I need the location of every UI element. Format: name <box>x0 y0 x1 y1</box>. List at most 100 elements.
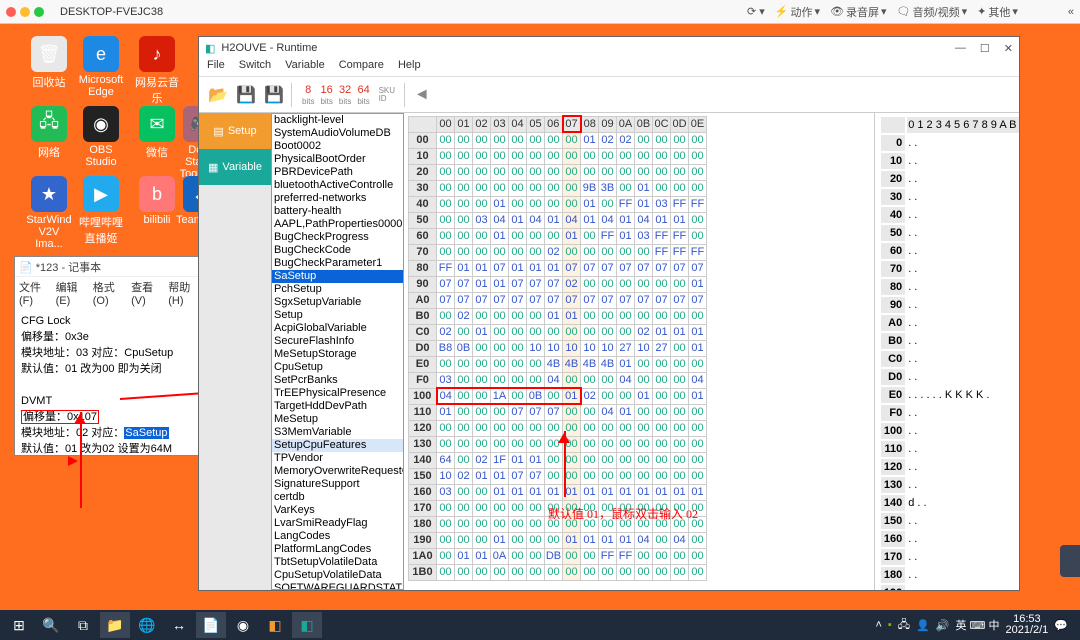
var-item[interactable]: PchSetup <box>272 283 403 296</box>
var-item[interactable]: LangCodes <box>272 530 403 543</box>
var-item[interactable]: PhysicalBootOrder <box>272 153 403 166</box>
var-item[interactable]: TargetHddDevPath <box>272 400 403 413</box>
var-item[interactable]: CpuSetup <box>272 361 403 374</box>
tb-obs[interactable]: ◉ <box>228 612 258 638</box>
var-item[interactable]: battery-health <box>272 205 403 218</box>
notepad-menu[interactable]: 文件(F) 编辑(E) 格式(O) 查看(V) 帮助(H) <box>15 277 208 309</box>
taskview-icon[interactable]: ⧉ <box>68 612 98 638</box>
tray-people-icon[interactable]: 👤 <box>916 619 930 632</box>
toolbar-screen[interactable]: 👁 录音屏 ▾ <box>830 4 887 20</box>
h2ouve-toolbar: 📂 💾 💾 8bits 16bits 32bits 64bits SKUID ◄ <box>199 77 1019 113</box>
var-item[interactable]: BugCheckCode <box>272 244 403 257</box>
var-item[interactable]: bluetoothActiveControlle <box>272 179 403 192</box>
side-panel-tab[interactable] <box>1060 545 1080 577</box>
var-item[interactable]: MemoryOverwriteRequestCo <box>272 465 403 478</box>
h2ouve-menubar[interactable]: File Switch Variable Compare Help <box>199 59 1019 77</box>
var-item[interactable]: TbtSetupVolatileData <box>272 556 403 569</box>
tray-notif-icon[interactable]: 💬 <box>1054 619 1068 632</box>
toolbar-collapse-icon[interactable]: « <box>1068 6 1074 18</box>
tb-notepad[interactable]: 📄 <box>196 612 226 638</box>
tb-app1[interactable]: ◧ <box>260 612 290 638</box>
desktop-icon-5[interactable]: ✉微信 <box>132 106 182 160</box>
tray-up-icon[interactable]: ˄ <box>875 619 881 631</box>
var-item[interactable]: certdb <box>272 491 403 504</box>
desktop-icon-0[interactable]: 🗑回收站 <box>24 36 74 90</box>
traffic-lights[interactable] <box>6 7 44 17</box>
var-item[interactable]: SetPcrBanks <box>272 374 403 387</box>
tray-net-icon[interactable]: 🖧 <box>898 616 910 635</box>
var-item[interactable]: TrEEPhysicalPresence <box>272 387 403 400</box>
notepad-window[interactable]: 📄 *123 - 记事本 文件(F) 编辑(E) 格式(O) 查看(V) 帮助(… <box>14 256 209 456</box>
tab-setup[interactable]: ▤ Setup <box>199 113 271 149</box>
var-item[interactable]: BugCheckProgress <box>272 231 403 244</box>
var-item[interactable]: AcpiGlobalVariable <box>272 322 403 335</box>
save-icon[interactable]: 💾 <box>235 84 257 106</box>
saveas-icon[interactable]: 💾 <box>263 84 285 106</box>
desktop-icon-4[interactable]: ◉OBS Studio <box>76 106 126 168</box>
tb-tv[interactable]: ↔ <box>164 612 194 638</box>
var-item[interactable]: PBRDevicePath <box>272 166 403 179</box>
var-item[interactable]: TPVendor <box>272 452 403 465</box>
var-item[interactable]: VarKeys <box>272 504 403 517</box>
maximize-icon[interactable]: ☐ <box>980 42 990 55</box>
arrow-2 <box>80 460 82 508</box>
desktop-icon-2[interactable]: ♪网易云音乐 <box>132 36 182 106</box>
system-tray[interactable]: ˄ ▪ 🖧 👤 🔊 英 ⌨ 中 16:532021/2/1 💬 <box>875 614 1076 636</box>
var-item[interactable]: SgxSetupVariable <box>272 296 403 309</box>
tb-app2[interactable]: ◧ <box>292 612 322 638</box>
tb-explorer[interactable]: 📁 <box>100 612 130 638</box>
search-icon[interactable]: 🔍 <box>36 612 66 638</box>
tb-edge[interactable]: 🌐 <box>132 612 162 638</box>
start-button[interactable]: ⊞ <box>4 612 34 638</box>
var-item[interactable]: MeSetup <box>272 413 403 426</box>
desktop-icon-8[interactable]: ▶哔哩哔哩直播姬 <box>76 176 126 246</box>
skuid-icon[interactable]: SKUID <box>376 84 398 106</box>
var-item[interactable]: MeSetupStorage <box>272 348 403 361</box>
var-item[interactable]: SignatureSupport <box>272 478 403 491</box>
var-item[interactable]: preferred-networks <box>272 192 403 205</box>
bits-selector[interactable]: 8bits 16bits 32bits 64bits <box>302 82 370 108</box>
var-item[interactable]: BugCheckParameter1 <box>272 257 403 270</box>
h2ouve-titlebar[interactable]: ◧ H2OUVE - Runtime — ☐ ✕ <box>199 37 1019 59</box>
var-item[interactable]: SystemAudioVolumeDB <box>272 127 403 140</box>
close-dot[interactable] <box>6 7 16 17</box>
max-dot[interactable] <box>34 7 44 17</box>
toolbar-other[interactable]: ✦ 其他 ▾ <box>977 4 1018 20</box>
tray-nvidia-icon[interactable]: ▪ <box>888 619 892 631</box>
minimize-icon[interactable]: — <box>955 42 966 55</box>
var-item[interactable]: SecureFlashInfo <box>272 335 403 348</box>
h2ouve-window[interactable]: ◧ H2OUVE - Runtime — ☐ ✕ File Switch Var… <box>198 36 1020 591</box>
var-item[interactable]: backlight-level <box>272 114 403 127</box>
tray-vol-icon[interactable]: 🔊 <box>936 619 950 632</box>
tray-ime[interactable]: 英 ⌨ 中 <box>955 617 999 633</box>
close-icon[interactable]: ✕ <box>1004 42 1013 55</box>
var-item[interactable]: S3MemVariable <box>272 426 403 439</box>
var-item[interactable]: CpuSetupVolatileData <box>272 569 403 582</box>
taskbar[interactable]: ⊞ 🔍 ⧉ 📁 🌐 ↔ 📄 ◉ ◧ ◧ ˄ ▪ 🖧 👤 🔊 英 ⌨ 中 16:5… <box>0 610 1080 640</box>
variable-list[interactable]: backlight-levelSystemAudioVolumeDBBoot00… <box>271 113 404 590</box>
var-item[interactable]: Setup <box>272 309 403 322</box>
min-dot[interactable] <box>20 7 30 17</box>
var-item[interactable]: Boot0002 <box>272 140 403 153</box>
offset-highlight: 偏移量：0x107 <box>21 410 99 424</box>
sasetup-highlight: SaSetup <box>124 427 168 439</box>
desktop-icon-9[interactable]: bbilibili <box>132 176 182 226</box>
var-item[interactable]: PlatformLangCodes <box>272 543 403 556</box>
var-item[interactable]: LvarSmiReadyFlag <box>272 517 403 530</box>
var-item[interactable]: SaSetup <box>272 270 403 283</box>
desktop-icon-7[interactable]: ★StarWind V2V Ima... <box>24 176 74 250</box>
desktop-icon-1[interactable]: eMicrosoft Edge <box>76 36 126 98</box>
var-item[interactable]: AAPL,PathProperties0000 <box>272 218 403 231</box>
toolbar-av[interactable]: 🗨 音频/视频 ▾ <box>897 4 968 20</box>
hex-editor[interactable]: 000102030405060708090A0B0C0D0E0000000000… <box>404 113 874 590</box>
clock[interactable]: 16:532021/2/1 <box>1005 614 1048 636</box>
toolbar-action[interactable]: ⚡ 动作 ▾ <box>775 4 820 20</box>
notepad-body[interactable]: CFG Lock 偏移量：0x3e 模块地址：03 对应：CpuSetup 默认… <box>15 309 208 461</box>
toolbar-rec-icon[interactable]: ⟳ ▾ <box>747 5 765 18</box>
tab-variable[interactable]: ▦ Variable <box>199 149 271 185</box>
var-item[interactable]: SOFTWAREGUARDSTATUS <box>272 582 403 590</box>
desktop-icon-3[interactable]: 🖧网络 <box>24 106 74 160</box>
open-icon[interactable]: 📂 <box>207 84 229 106</box>
back-icon[interactable]: ◄ <box>411 84 433 106</box>
var-item[interactable]: SetupCpuFeatures <box>272 439 403 452</box>
